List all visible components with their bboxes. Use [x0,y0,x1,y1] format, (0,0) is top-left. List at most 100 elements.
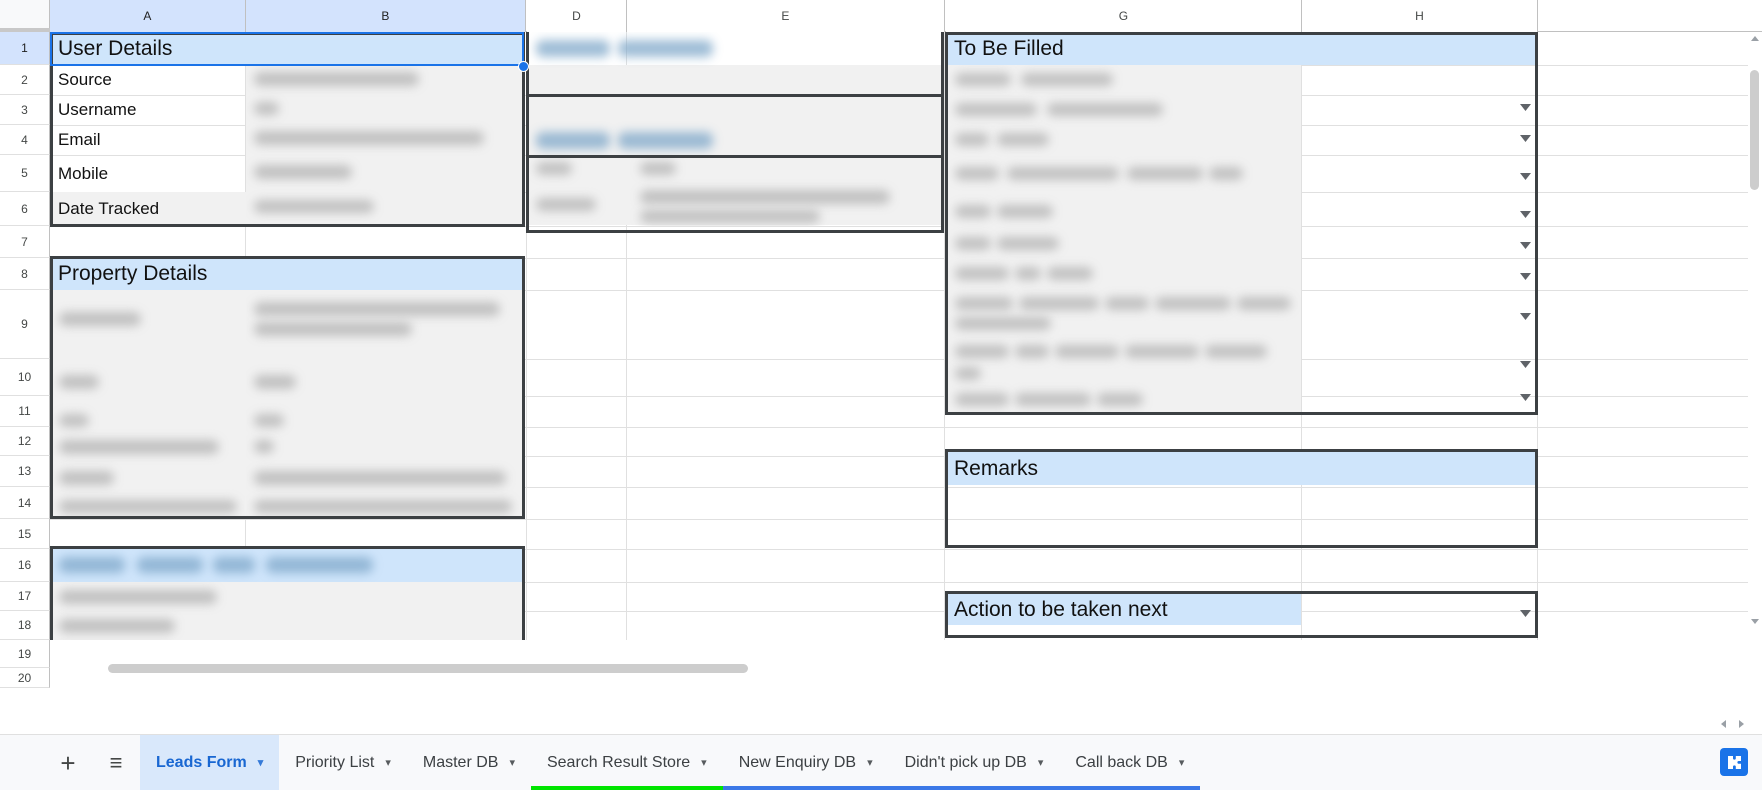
section-border-remarks-left [945,449,948,548]
section-border-user-details-top [50,32,525,35]
field-label-date-tracked[interactable]: Date Tracked [51,192,244,226]
column-header-a[interactable]: A [50,0,246,32]
dropdown-chevron-icon[interactable] [1518,269,1532,283]
addon-puzzle-button[interactable] [1720,748,1748,776]
all-sheets-button[interactable]: ≡ [92,735,140,790]
redacted-property-labels [51,290,245,519]
section-border-user-details-bottom [50,224,525,227]
scroll-down-chevron-icon[interactable] [1748,615,1761,628]
row-header-label: 17 [17,589,32,603]
dropdown-chevron-icon[interactable] [1518,390,1532,404]
column-header-e[interactable]: E [627,0,945,32]
row-header-16[interactable]: 16 [0,549,50,582]
sheet-tab-menu-caret-icon[interactable]: ▾ [1179,756,1185,769]
dropdown-chevron-icon[interactable] [1518,100,1532,114]
section-border-action-right [1535,591,1538,638]
row-header-17[interactable]: 17 [0,582,50,611]
horizontal-scrollbar-thumb[interactable] [108,664,748,673]
sheet-tab-color-underline [530,786,723,790]
scroll-right-chevron-icon[interactable] [1735,717,1748,730]
dropdown-chevron-icon[interactable] [1518,169,1532,183]
row-header-11[interactable]: 11 [0,396,50,427]
column-header-b[interactable]: B [246,0,526,32]
sheet-tab-priority-list[interactable]: Priority List ▾ [279,735,407,790]
sheet-tab-leads-form[interactable]: Leads Form ▾ [140,735,280,790]
spreadsheet-app: ABDEGH 1 2 3 4 5 6 7 8 9 10 11 12 13 14 15 16 17 18 19 20 [0,0,1762,790]
dropdown-chevron-icon[interactable] [1518,131,1532,145]
row-header-19[interactable]: 19 [0,640,50,668]
row-header-13[interactable]: 13 [0,456,50,487]
row-header-5[interactable]: 5 [0,155,50,192]
sheet-tab-menu-caret-icon[interactable]: ▾ [1038,756,1044,769]
sheet-tab-new-enquiry-db[interactable]: New Enquiry DB ▾ [722,735,889,790]
row-header-15[interactable]: 15 [0,519,50,549]
action-next-value-cell[interactable] [1302,594,1537,625]
row-header-2[interactable]: 2 [0,65,50,95]
vertical-scrollbar-thumb[interactable] [1750,70,1759,190]
section-header-property-details[interactable]: Property Details [51,258,524,290]
section-header-user-details[interactable]: User Details [51,32,524,65]
row-header-6[interactable]: 6 [0,192,50,226]
row-header-3[interactable]: 3 [0,95,50,125]
sheet-tab-label: Didn't pick up DB [904,753,1027,771]
row-header-1[interactable]: 1 [0,32,50,65]
row-header-9[interactable]: 9 [0,290,50,359]
section-header-action-next[interactable]: Action to be taken next [947,594,1301,625]
column-header-h[interactable]: H [1302,0,1538,32]
vertical-scrollbar-track[interactable] [1748,32,1762,628]
sheet-tab-search-result-store[interactable]: Search Result Store ▾ [530,735,723,790]
row-header-label: 12 [17,434,32,448]
section-border-action-left [945,591,948,638]
add-sheet-button[interactable]: + [44,735,92,790]
row-header-label: 5 [21,166,28,180]
sheet-tab-didn-t-pick-up-db[interactable]: Didn't pick up DB ▾ [888,735,1060,790]
row-header-12[interactable]: 12 [0,427,50,456]
row-header-18[interactable]: 18 [0,611,50,640]
row-header-20[interactable]: 20 [0,668,50,688]
hamburger-icon: ≡ [109,749,123,775]
sheet-tab-call-back-db[interactable]: Call back DB ▾ [1059,735,1201,790]
sheet-tab-master-db[interactable]: Master DB ▾ [407,735,531,790]
row-header-7[interactable]: 7 [0,226,50,258]
select-all-corner[interactable] [0,0,50,32]
section-header-redacted-left[interactable] [51,549,524,582]
row-header-10[interactable]: 10 [0,359,50,396]
row-header-label: 13 [17,464,32,478]
field-label-mobile[interactable]: Mobile [51,155,244,192]
column-header-label: A [143,9,152,23]
sheet-tab-menu-caret-icon[interactable]: ▾ [867,756,873,769]
field-label-email[interactable]: Email [51,125,244,155]
puzzle-add-icon [1728,756,1741,769]
section-border-property-left [50,256,53,519]
row-header-8[interactable]: 8 [0,258,50,290]
row-header-label: 1 [21,41,28,55]
scroll-up-chevron-icon[interactable] [1748,32,1761,45]
section-header-remarks[interactable]: Remarks [947,452,1538,485]
grid-canvas[interactable]: User Details Source Username Email Mobil… [50,32,1762,640]
dropdown-chevron-icon[interactable] [1518,207,1532,221]
sheet-tab-menu-caret-icon[interactable]: ▾ [258,756,264,769]
row-header-14[interactable]: 14 [0,487,50,519]
dropdown-chevron-icon[interactable] [1518,357,1532,371]
dropdown-chevron-icon[interactable] [1518,606,1532,620]
dropdown-chevron-icon[interactable] [1518,309,1532,323]
field-label-source[interactable]: Source [51,65,244,95]
section-border-left3-top [50,546,525,549]
column-header-d[interactable]: D [527,0,627,32]
selection-fill-handle [518,61,529,72]
section-header-to-be-filled[interactable]: To Be Filled [947,32,1538,65]
dropdown-chevron-icon[interactable] [1518,238,1532,252]
redacted-middle-block [528,32,944,226]
column-header-g[interactable]: G [946,0,1302,32]
sheet-tab-menu-caret-icon[interactable]: ▾ [385,756,391,769]
field-label-username[interactable]: Username [51,95,244,125]
row-header-label: 8 [21,266,28,281]
scroll-left-chevron-icon[interactable] [1717,717,1730,730]
row-header-4[interactable]: 4 [0,125,50,155]
sheet-tab-menu-caret-icon[interactable]: ▾ [509,756,515,769]
horizontal-scrollbar-track[interactable] [50,664,1732,734]
sheet-tab-menu-caret-icon[interactable]: ▾ [701,756,707,769]
plus-icon: + [60,747,76,778]
row-header-label: 2 [21,72,28,87]
row-header-label: 15 [17,526,32,541]
